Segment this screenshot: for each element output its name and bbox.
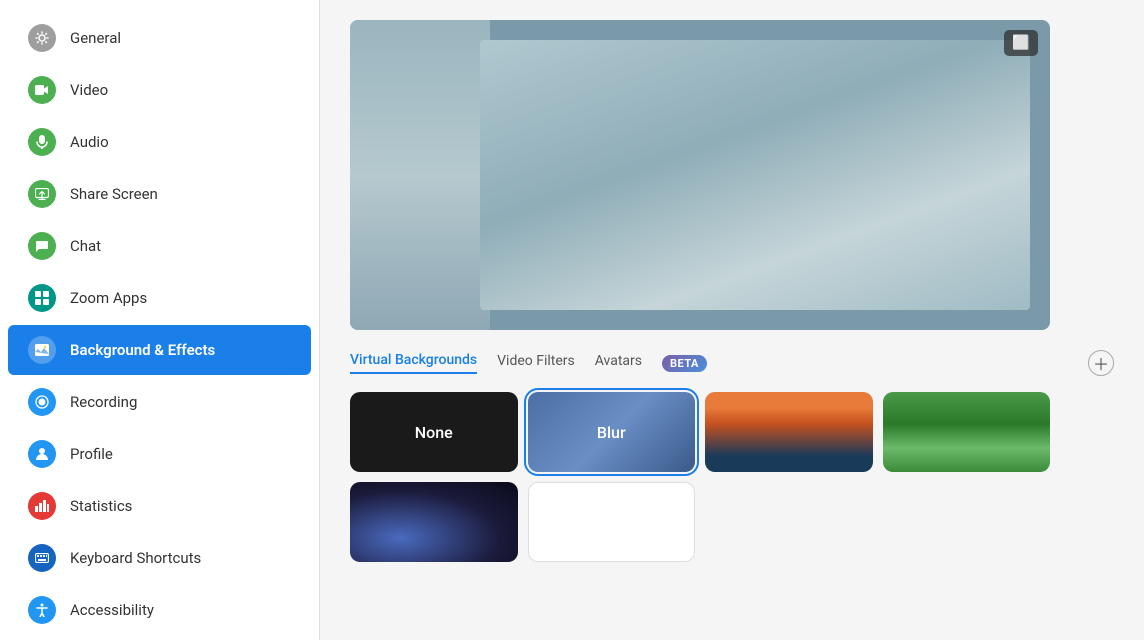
sidebar-label-chat: Chat bbox=[70, 237, 101, 255]
icon-accessibility bbox=[28, 596, 56, 624]
icon-audio bbox=[28, 128, 56, 156]
sidebar-item-keyboard-shortcuts[interactable]: Keyboard Shortcuts bbox=[8, 533, 311, 583]
sidebar-item-zoom-apps[interactable]: Zoom Apps bbox=[8, 273, 311, 323]
icon-profile bbox=[28, 440, 56, 468]
sidebar-item-statistics[interactable]: Statistics bbox=[8, 481, 311, 531]
sidebar-label-background-effects: Background & Effects bbox=[70, 341, 215, 359]
icon-background-effects bbox=[28, 336, 56, 364]
sidebar-item-audio[interactable]: Audio bbox=[8, 117, 311, 167]
icon-chat bbox=[28, 232, 56, 260]
icon-recording bbox=[28, 388, 56, 416]
sidebar-label-zoom-apps: Zoom Apps bbox=[70, 289, 147, 307]
bg-custom[interactable] bbox=[528, 482, 696, 562]
video-preview-side bbox=[350, 20, 490, 330]
bg-blur-label: Blur bbox=[597, 423, 626, 442]
sidebar-item-general[interactable]: General bbox=[8, 13, 311, 63]
tab-virtual-backgrounds[interactable]: Virtual Backgrounds bbox=[350, 352, 477, 374]
icon-general bbox=[28, 24, 56, 52]
sidebar-label-accessibility: Accessibility bbox=[70, 601, 154, 619]
icon-zoom-apps bbox=[28, 284, 56, 312]
sidebar-label-profile: Profile bbox=[70, 445, 113, 463]
beta-badge: BETA bbox=[662, 355, 707, 372]
bg-space[interactable] bbox=[350, 482, 518, 562]
sidebar-item-profile[interactable]: Profile bbox=[8, 429, 311, 479]
sidebar-item-accessibility[interactable]: Accessibility bbox=[8, 585, 311, 635]
sidebar: General Video Audio Share Screen Chat bbox=[0, 0, 320, 640]
icon-statistics bbox=[28, 492, 56, 520]
sidebar-label-audio: Audio bbox=[70, 133, 109, 151]
sidebar-label-share-screen: Share Screen bbox=[70, 185, 158, 203]
bg-none[interactable]: None bbox=[350, 392, 518, 472]
sidebar-label-keyboard-shortcuts: Keyboard Shortcuts bbox=[70, 549, 201, 567]
tabs-row: Virtual Backgrounds Video Filters Avatar… bbox=[350, 350, 1114, 376]
tab-video-filters[interactable]: Video Filters bbox=[497, 353, 575, 373]
icon-video bbox=[28, 76, 56, 104]
icon-keyboard-shortcuts bbox=[28, 544, 56, 572]
sidebar-item-chat[interactable]: Chat bbox=[8, 221, 311, 271]
sidebar-item-share-screen[interactable]: Share Screen bbox=[8, 169, 311, 219]
video-preview: ⬜ bbox=[350, 20, 1050, 330]
camera-icon[interactable]: ⬜ bbox=[1004, 30, 1038, 56]
sidebar-label-general: General bbox=[70, 29, 121, 47]
sidebar-label-recording: Recording bbox=[70, 393, 137, 411]
sidebar-label-statistics: Statistics bbox=[70, 497, 132, 515]
main-content: ⬜ Virtual Backgrounds Video Filters Avat… bbox=[320, 0, 1144, 640]
bg-grass[interactable] bbox=[883, 392, 1051, 472]
sidebar-item-background-effects[interactable]: Background & Effects bbox=[8, 325, 311, 375]
tab-avatars[interactable]: Avatars bbox=[595, 353, 642, 373]
icon-share-screen bbox=[28, 180, 56, 208]
bg-blur[interactable]: Blur bbox=[528, 392, 696, 472]
bg-bridge[interactable] bbox=[705, 392, 873, 472]
background-grid: None Blur bbox=[350, 392, 1050, 562]
add-background-button[interactable]: ＋ bbox=[1088, 350, 1114, 376]
sidebar-item-recording[interactable]: Recording bbox=[8, 377, 311, 427]
bg-none-label: None bbox=[415, 423, 453, 442]
sidebar-item-video[interactable]: Video bbox=[8, 65, 311, 115]
video-preview-inner bbox=[480, 40, 1030, 310]
sidebar-label-video: Video bbox=[70, 81, 108, 99]
